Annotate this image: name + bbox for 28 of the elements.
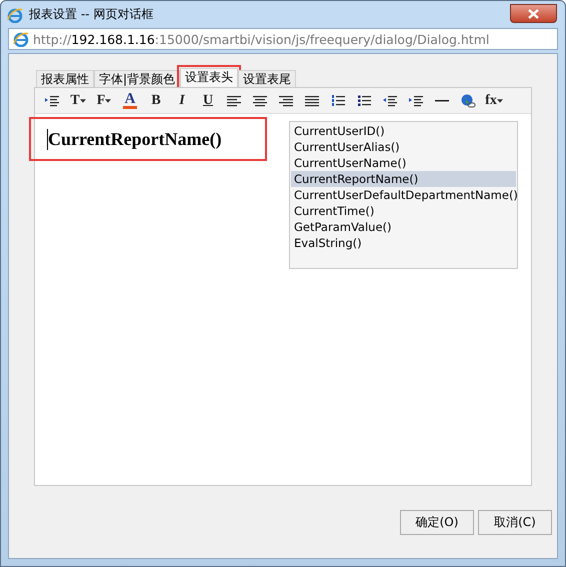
window-title: 报表设置 -- 网页对话框 [29, 6, 154, 24]
tab[interactable]: 字体|背景颜色 [94, 70, 180, 87]
tab[interactable]: 报表属性 [36, 70, 94, 87]
tab[interactable]: 设置表头 [180, 68, 238, 87]
function-button[interactable]: fx [481, 90, 507, 110]
close-icon [528, 8, 539, 18]
tab[interactable]: 设置表尾 [238, 70, 296, 87]
ok-button[interactable]: 确定(O) [400, 510, 474, 534]
bold-button[interactable]: B [143, 90, 169, 110]
function-item[interactable]: CurrentUserAlias() [291, 139, 516, 155]
function-item[interactable]: EvalString() [291, 235, 516, 251]
function-item[interactable]: CurrentUserID() [291, 123, 516, 139]
function-item[interactable]: GetParamValue() [291, 219, 516, 235]
cancel-button[interactable]: 取消(C) [478, 510, 552, 534]
address-text: http://192.168.1.16:15000/smartbi/vision/js/freequery/dialog/Dialog.html [33, 32, 490, 47]
italic-button[interactable]: I [169, 90, 195, 110]
font-color-button[interactable]: A [117, 90, 143, 110]
close-button[interactable] [510, 4, 557, 23]
function-item[interactable]: CurrentUserName() [291, 155, 516, 171]
editor-text[interactable]: CurrentReportName() [29, 117, 267, 161]
function-item[interactable]: CurrentTime() [291, 203, 516, 219]
function-item[interactable]: CurrentReportName() [291, 171, 516, 187]
page-icon [7, 6, 23, 23]
function-item[interactable]: CurrentUserDefaultDepartmentName() [291, 187, 516, 203]
font-size-button[interactable]: T [65, 90, 91, 110]
font-family-button[interactable]: F [91, 90, 117, 110]
underline-button[interactable]: U [195, 90, 221, 110]
browser-icon [13, 31, 29, 48]
